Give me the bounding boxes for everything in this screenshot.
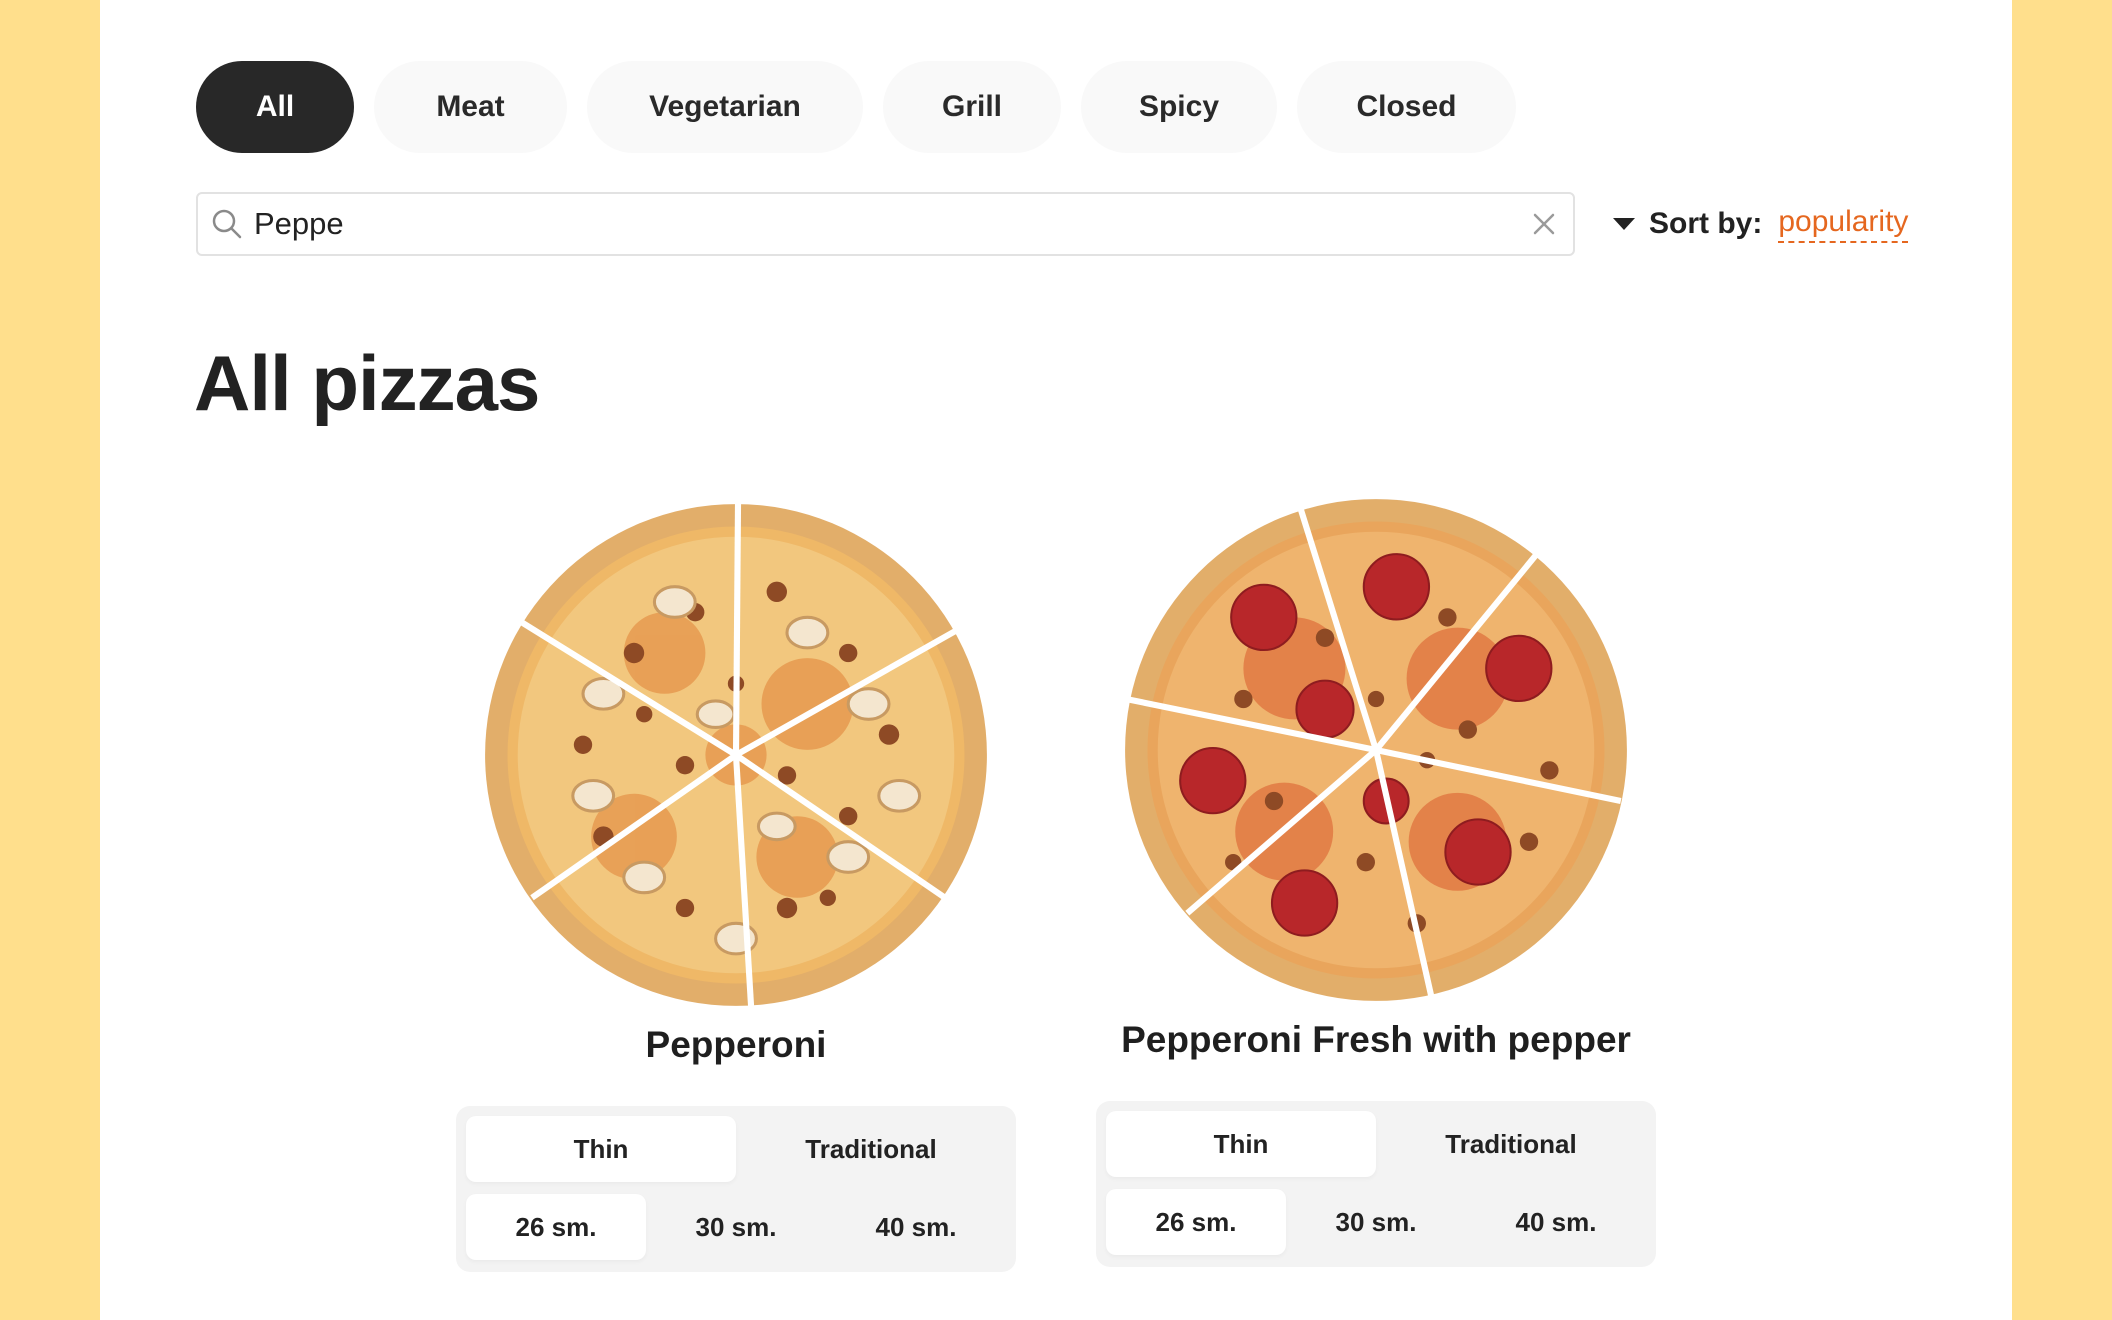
dough-option-thin[interactable]: Thin	[1106, 1111, 1376, 1177]
size-selector: 26 sm. 30 sm. 40 sm.	[1106, 1189, 1646, 1255]
dough-selector: Thin Traditional	[1106, 1111, 1646, 1177]
pizza-name: Pepperoni	[645, 1024, 827, 1065]
caret-down-icon[interactable]	[1613, 218, 1635, 230]
search-box	[196, 192, 1575, 256]
sort-label: Sort by:	[1649, 207, 1763, 240]
category-closed[interactable]: Closed	[1297, 61, 1516, 153]
pizza-image[interactable]	[1121, 495, 1631, 1005]
sort-control: Sort by: popularity	[1613, 196, 1909, 252]
size-option-26[interactable]: 26 sm.	[1106, 1189, 1286, 1255]
size-option-40[interactable]: 40 sm.	[1466, 1189, 1646, 1255]
dough-option-traditional[interactable]: Traditional	[736, 1116, 1006, 1182]
size-option-30[interactable]: 30 sm.	[1286, 1189, 1466, 1255]
pizza-card: Pepperoni Fresh with pepper Thin Traditi…	[1096, 495, 1656, 1267]
category-meat[interactable]: Meat	[374, 61, 567, 153]
pizza-options: Thin Traditional 26 sm. 30 sm. 40 sm.	[456, 1106, 1016, 1272]
size-option-26[interactable]: 26 sm.	[466, 1194, 646, 1260]
pizza-options: Thin Traditional 26 sm. 30 sm. 40 sm.	[1096, 1101, 1656, 1267]
size-selector: 26 sm. 30 sm. 40 sm.	[466, 1194, 1006, 1260]
close-icon[interactable]	[1531, 211, 1557, 237]
search-icon	[212, 209, 242, 239]
dough-selector: Thin Traditional	[466, 1116, 1006, 1182]
pizza-card: Pepperoni Thin Traditional 26 sm. 30 sm.…	[456, 500, 1016, 1272]
category-filter: All Meat Vegetarian Grill Spicy Closed	[196, 61, 1516, 153]
category-vegetarian[interactable]: Vegetarian	[587, 61, 863, 153]
size-option-40[interactable]: 40 sm.	[826, 1194, 1006, 1260]
sort-value-dropdown[interactable]: popularity	[1778, 205, 1909, 243]
size-option-30[interactable]: 30 sm.	[646, 1194, 826, 1260]
category-grill[interactable]: Grill	[883, 61, 1061, 153]
category-all[interactable]: All	[196, 61, 354, 153]
pizza-name: Pepperoni Fresh with pepper	[1121, 1019, 1631, 1060]
category-spicy[interactable]: Spicy	[1081, 61, 1277, 153]
dough-option-traditional[interactable]: Traditional	[1376, 1111, 1646, 1177]
page-title: All pizzas	[194, 339, 540, 427]
pizza-image[interactable]	[481, 500, 991, 1010]
page: All Meat Vegetarian Grill Spicy Closed S…	[100, 0, 2012, 1320]
dough-option-thin[interactable]: Thin	[466, 1116, 736, 1182]
search-input[interactable]	[244, 194, 1531, 254]
